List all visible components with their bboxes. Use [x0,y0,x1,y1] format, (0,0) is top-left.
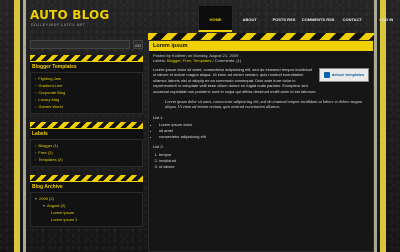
link-fighting-jam[interactable]: Fighting Jam [38,76,61,81]
list-item[interactable]: › Gradient Line [35,82,138,89]
search-go-button[interactable]: GO [133,40,143,49]
site-tagline: Dolleyinsp latex art [31,23,86,27]
link-corporate-blog[interactable]: Corporate Blog [38,90,65,95]
list-item[interactable]: › Luxury Mag [35,96,138,103]
archive-post[interactable]: Lorem ipsum 2 [35,216,138,223]
archive-month-label[interactable]: August (2) [47,203,65,208]
link-games-world[interactable]: Games World [38,104,62,109]
archive-month[interactable]: ▾ August (2) [35,202,138,209]
link-luxury-mag[interactable]: Luxury Mag [38,97,59,102]
deluxe-templates-badge[interactable]: deluxe templates [319,68,369,82]
list-item[interactable]: › Blogger (1) [35,142,138,149]
deluxe-logo-icon [323,72,330,78]
widget-title-blogger-templates: Blogger Templates [30,61,143,72]
list-item[interactable]: › Templates (2) [35,156,138,163]
labels-prefix: Labels: [153,58,168,63]
widget-blogger-templates: › Fighting Jam › Gradient Line › Corporate … [30,72,143,114]
list-2-title: List 2: [153,144,164,150]
road-line-left-inner [23,0,26,252]
sidebar: GO Blogger Templates › Fighting Jam › Grad… [30,40,143,252]
road-line-right [380,0,386,252]
bullet-icon: › [35,97,37,102]
site-logo[interactable]: AUTO BLOG [30,8,109,22]
list-item[interactable]: › Free (2) [35,149,138,156]
nav-posts-rss[interactable]: POSTS RSS [266,6,300,32]
bullet-icon: › [35,76,37,81]
bullet-icon: › [35,143,37,148]
post-title[interactable]: Lorem ipsum [149,41,373,51]
bullet-icon: › [35,150,37,155]
label-free[interactable]: Free (2) [38,150,52,155]
label-templates[interactable]: Templates (2) [38,157,62,162]
list-2: tempor incididunt ut labore [153,152,369,170]
badge-text: deluxe templates [331,72,365,78]
link-gradient-line[interactable]: Gradient Line [38,83,62,88]
bullet-icon: › [35,157,37,162]
triangle-down-icon[interactable]: ▾ [43,203,45,208]
search-form: GO [30,40,143,52]
nav-log-in[interactable]: LOG IN [368,6,400,32]
list-item[interactable]: › Games World [35,103,138,110]
post-meta: Posted by Kodihen on Monday, August 21, … [149,51,373,65]
widget-labels: › Blogger (1) › Free (2) › Templates (2) [30,139,143,167]
blockquote: Lorem ipsum dolor sit amet, consectetur … [165,99,362,110]
widget-blog-archive: ▾ 2009 (2) ▾ August (2) Lorem ipsum Lorem … [30,192,143,227]
comments-link[interactable]: / Comments: (1) [211,58,242,63]
archive-post[interactable]: Lorem ipsum [35,209,138,216]
main-content: Lorem ipsum Posted by Kodihen on Monday,… [148,40,374,252]
archive-year[interactable]: ▾ 2009 (2) [35,195,138,202]
post-labels-link[interactable]: Blogger, Free, Templates [167,58,211,63]
list-item: consectetur adipisicing elit [159,134,369,140]
post-body: deluxe templates Lorem ipsum dolor sit a… [149,65,373,176]
list-1-title: List 1: [153,115,164,121]
nav-contact[interactable]: CONTACT [334,6,369,32]
list-1: Lorem ipsum dolor sit amet consectetur a… [153,122,369,140]
widget-title-labels: Labels [30,128,143,139]
label-blogger[interactable]: Blogger (1) [38,143,58,148]
nav-home[interactable]: HOME [198,6,233,32]
bullet-icon: › [35,104,37,109]
road-line-left [14,0,20,252]
site-header: AUTO BLOG Dolleyinsp latex art HOME ABOU… [30,6,393,32]
bullet-icon: › [35,90,37,95]
top-nav: HOME ABOUT POSTS RSS COMMENTS RSS CONTAC… [198,6,400,32]
list-item: ut labore [159,164,369,170]
bullet-icon: › [35,83,37,88]
triangle-down-icon[interactable]: ▾ [35,196,37,201]
widget-title-blog-archive: Blog Archive [30,181,143,192]
search-input[interactable] [30,40,130,49]
nav-about[interactable]: ABOUT [232,6,266,32]
nav-comments-rss[interactable]: COMMENTS RSS [300,6,335,32]
archive-year-label[interactable]: 2009 (2) [39,196,54,201]
road-line-right-inner [374,0,377,252]
post-labels-line: Labels: Blogger, Free, Templates / Comme… [153,58,369,63]
list-item[interactable]: › Corporate Blog [35,89,138,96]
list-item[interactable]: › Fighting Jam [35,75,138,82]
